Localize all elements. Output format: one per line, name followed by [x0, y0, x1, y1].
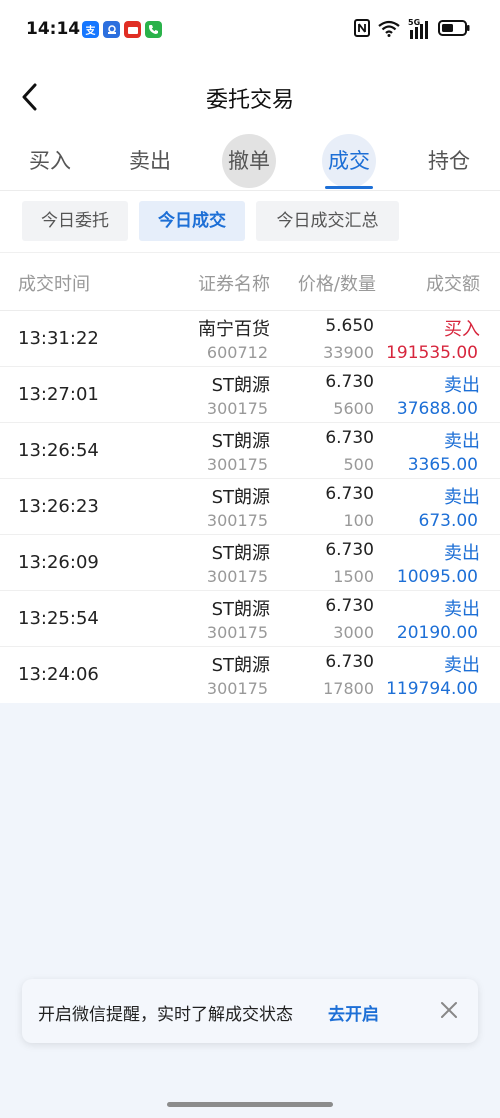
trade-quantity: 1500: [333, 567, 374, 586]
home-indicator[interactable]: [167, 1102, 333, 1107]
main-tabs: 买入 卖出 撤单 成交 持仓: [0, 134, 500, 190]
subtab-today-orders[interactable]: 今日委托: [22, 201, 128, 241]
trade-amount: 191535.00: [386, 343, 478, 363]
trade-direction: 卖出: [444, 543, 480, 564]
security-code: 300175: [206, 399, 268, 418]
table-row[interactable]: 13:25:54 ST朗源 300175 6.730 3000 卖出 20190…: [0, 591, 500, 647]
tab-cancel-order[interactable]: 撤单: [213, 134, 285, 188]
nav-bar: 委托交易: [0, 72, 500, 122]
status-time: 14:14: [26, 19, 81, 39]
security-code: 300175: [206, 511, 268, 530]
security-code: 300175: [206, 567, 268, 586]
trade-price: 6.730: [325, 596, 374, 616]
column-header-time: 成交时间: [18, 274, 90, 295]
column-header-name: 证券名称: [198, 274, 270, 295]
security-name: ST朗源: [211, 431, 270, 452]
wifi-icon: [378, 20, 400, 41]
table-row[interactable]: 13:27:01 ST朗源 300175 6.730 5600 卖出 37688…: [0, 367, 500, 423]
trade-amount: 20190.00: [396, 623, 478, 643]
trade-amount: 3365.00: [407, 455, 478, 475]
trade-amount: 119794.00: [386, 679, 478, 699]
subtab-today-trades[interactable]: 今日成交: [139, 201, 245, 241]
wechat-reminder-banner: 开启微信提醒，实时了解成交状态 去开启: [22, 979, 478, 1043]
trade-direction: 卖出: [444, 431, 480, 452]
trade-direction: 买入: [444, 319, 480, 340]
system-status-icons: 5G: [354, 18, 470, 41]
trade-time: 13:24:06: [18, 664, 99, 685]
status-bar: 14:14 支 5G: [0, 0, 500, 60]
security-name: ST朗源: [211, 487, 270, 508]
security-name: 南宁百货: [198, 319, 270, 340]
trade-direction: 卖出: [444, 487, 480, 508]
sub-tabs: 今日委托 今日成交 今日成交汇总: [0, 201, 500, 241]
security-code: 300175: [206, 679, 268, 698]
trade-direction: 卖出: [444, 599, 480, 620]
trade-quantity: 17800: [323, 679, 374, 698]
close-icon: [441, 1002, 457, 1018]
table-row[interactable]: 13:26:54 ST朗源 300175 6.730 500 卖出 3365.0…: [0, 423, 500, 479]
tab-positions[interactable]: 持仓: [413, 135, 485, 187]
shopping-app-icon: [124, 21, 141, 38]
trade-price: 6.730: [325, 372, 374, 392]
banner-message: 开启微信提醒，实时了解成交状态: [38, 1005, 293, 1025]
trade-amount: 10095.00: [396, 567, 478, 587]
active-tab-indicator: [325, 186, 373, 189]
security-name: ST朗源: [211, 599, 270, 620]
enable-reminder-link[interactable]: 去开启: [328, 1000, 379, 1025]
table-row[interactable]: 13:26:09 ST朗源 300175 6.730 1500 卖出 10095…: [0, 535, 500, 591]
trade-quantity: 33900: [323, 343, 374, 362]
column-header-amount: 成交额: [426, 274, 480, 295]
trade-time: 13:31:22: [18, 328, 99, 349]
battery-icon: [438, 20, 470, 40]
security-code: 300175: [206, 455, 268, 474]
nfc-icon: [354, 19, 370, 41]
cellular-signal-icon: 5G: [408, 18, 430, 40]
trade-price: 6.730: [325, 484, 374, 504]
trade-direction: 卖出: [444, 375, 480, 396]
divider: [0, 190, 500, 191]
trade-time: 13:26:54: [18, 440, 99, 461]
security-code: 600712: [206, 343, 268, 362]
trade-quantity: 500: [343, 455, 374, 474]
security-name: ST朗源: [211, 655, 270, 676]
security-name: ST朗源: [211, 375, 270, 396]
table-header: 成交时间 证券名称 价格/数量 成交额: [0, 258, 500, 308]
trade-price: 6.730: [325, 540, 374, 560]
divider: [0, 252, 500, 253]
trade-quantity: 5600: [333, 399, 374, 418]
trade-time: 13:26:09: [18, 552, 99, 573]
phone-app-icon: [145, 21, 162, 38]
table-row[interactable]: 13:26:23 ST朗源 300175 6.730 100 卖出 673.00: [0, 479, 500, 535]
notification-icons: 支: [82, 21, 162, 38]
security-name: ST朗源: [211, 543, 270, 564]
trade-direction: 卖出: [444, 655, 480, 676]
trade-amount: 37688.00: [396, 399, 478, 419]
column-header-price-qty: 价格/数量: [297, 274, 376, 295]
trade-price: 6.730: [325, 652, 374, 672]
subtab-today-trades-summary[interactable]: 今日成交汇总: [256, 201, 399, 241]
tab-trades[interactable]: 成交: [313, 134, 385, 189]
trade-time: 13:25:54: [18, 608, 99, 629]
trade-time: 13:26:23: [18, 496, 99, 517]
trade-price: 6.730: [325, 428, 374, 448]
trade-quantity: 100: [343, 511, 374, 530]
trade-price: 5.650: [325, 316, 374, 336]
trade-time: 13:27:01: [18, 384, 99, 405]
alipay-icon: 支: [82, 21, 99, 38]
app-notification-icon: [103, 21, 120, 38]
table-row[interactable]: 13:31:22 南宁百货 600712 5.650 33900 买入 1915…: [0, 311, 500, 367]
tab-cancel-order-label: 撤单: [228, 149, 270, 173]
banner-close-button[interactable]: [434, 995, 464, 1025]
tab-trades-label: 成交: [328, 149, 370, 173]
tab-sell[interactable]: 卖出: [114, 135, 186, 187]
page-title: 委托交易: [205, 88, 294, 113]
security-code: 300175: [206, 623, 268, 642]
trade-quantity: 3000: [333, 623, 374, 642]
tab-buy[interactable]: 买入: [14, 135, 86, 187]
trade-amount: 673.00: [418, 511, 478, 531]
table-row[interactable]: 13:24:06 ST朗源 300175 6.730 17800 卖出 1197…: [0, 647, 500, 703]
